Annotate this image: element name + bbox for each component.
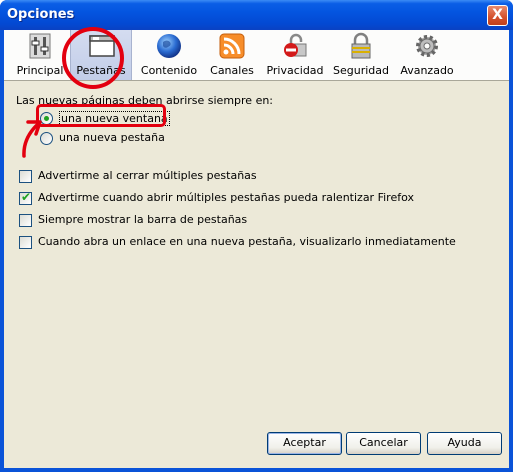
accept-button[interactable]: Aceptar <box>267 432 342 455</box>
red-arrow-icon <box>22 120 42 158</box>
window-title: Opciones <box>7 7 75 22</box>
title-bar[interactable]: Opciones X <box>0 0 513 30</box>
help-button[interactable]: Ayuda <box>427 432 502 455</box>
radio-label: una nueva pestaña <box>59 131 165 144</box>
options-window: Opciones X Principal Pestañas Contenido … <box>0 0 513 472</box>
checkbox-label: Advertirme cuando abrir múltiples pestañ… <box>38 191 414 204</box>
checkbox[interactable] <box>19 214 32 227</box>
checkbox[interactable]: ✔ <box>19 190 32 205</box>
globe-icon <box>157 34 181 58</box>
tab-label: Seguridad <box>333 64 389 77</box>
rss-feed-icon <box>219 33 245 59</box>
padlock-icon <box>351 32 371 59</box>
checkbox-label: Advertirme al cerrar múltiples pestañas <box>38 169 257 182</box>
tab-seguridad[interactable]: Seguridad <box>332 30 390 80</box>
tab-label: Canales <box>210 64 254 77</box>
switches-icon <box>29 33 51 59</box>
checkbox[interactable] <box>19 170 32 183</box>
tab-avanzado[interactable]: Avanzado <box>398 30 456 80</box>
tab-contenido[interactable]: Contenido <box>139 30 199 80</box>
cancel-button[interactable]: Cancelar <box>346 432 421 455</box>
checkbox-label: Cuando abra un enlace en una nueva pesta… <box>38 235 456 248</box>
checkbox[interactable] <box>19 236 32 249</box>
tab-label: Principal <box>16 64 64 77</box>
tab-label: Contenido <box>140 64 198 77</box>
checkmark-icon: ✔ <box>21 190 32 204</box>
checkbox-label: Siempre mostrar la barra de pestañas <box>38 213 248 226</box>
gear-icon <box>416 35 438 57</box>
no-entry-icon <box>284 33 307 57</box>
tab-canales[interactable]: Canales <box>204 30 260 80</box>
tab-privacidad[interactable]: Privacidad <box>264 30 326 80</box>
tab-label: Privacidad <box>266 64 324 77</box>
red-annotation-circle <box>62 27 124 89</box>
dialog-client: Principal Pestañas Contenido Canales Pri… <box>4 30 509 468</box>
tab-label: Avanzado <box>400 64 454 77</box>
red-annotation-box <box>36 104 166 127</box>
close-button[interactable]: X <box>487 5 508 26</box>
tab-principal[interactable]: Principal <box>14 30 66 80</box>
